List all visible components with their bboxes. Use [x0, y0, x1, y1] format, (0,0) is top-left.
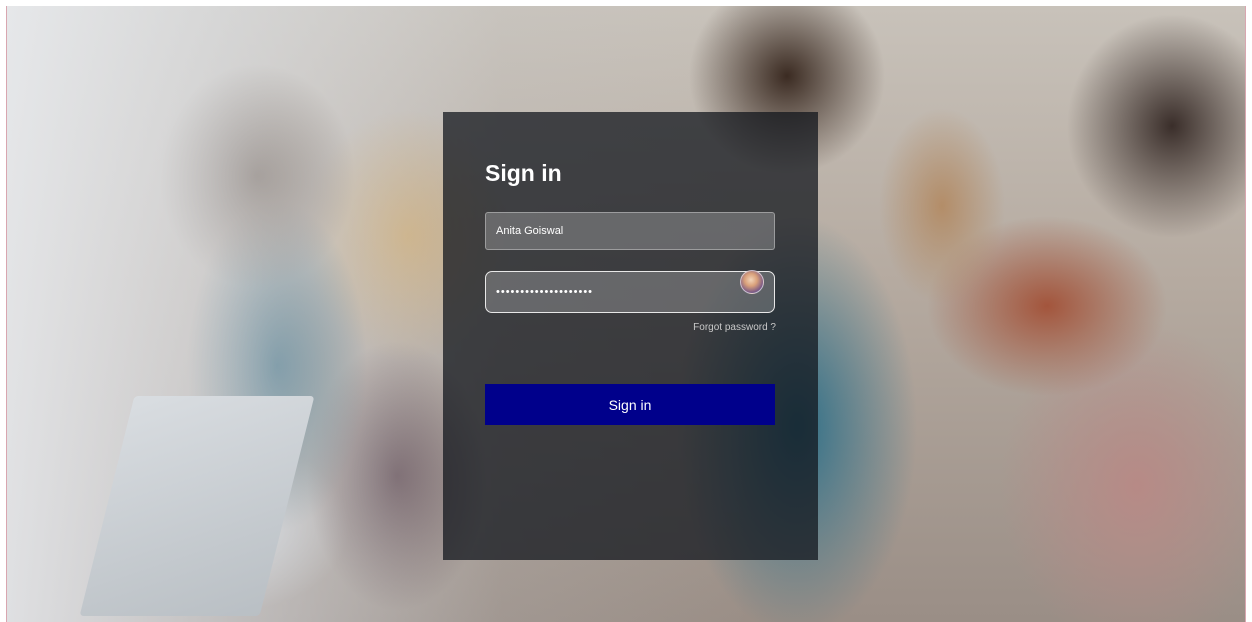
login-title: Sign in	[485, 160, 562, 186]
password-input[interactable]	[485, 271, 775, 313]
username-input[interactable]	[485, 212, 775, 250]
forgot-password-link[interactable]: Forgot password ?	[693, 322, 776, 333]
sign-in-button[interactable]: Sign in	[485, 384, 775, 425]
login-panel: Sign in Forgot password ? Sign in	[443, 112, 818, 560]
page-frame: Sign in Forgot password ? Sign in	[6, 6, 1246, 622]
avatar-icon[interactable]	[740, 270, 764, 294]
